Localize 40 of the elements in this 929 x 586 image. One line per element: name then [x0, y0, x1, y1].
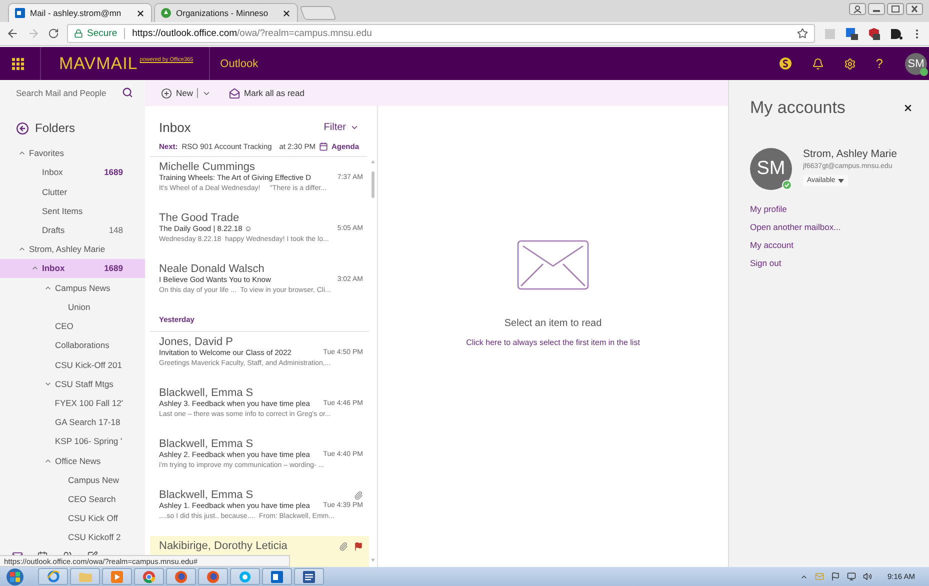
url-text: https://outlook.office.com/owa/?realm=campus.mnsu.edu	[132, 28, 372, 39]
folder-label: GA Search 17-18	[55, 417, 122, 428]
folder-label: CSU Kick-Off 201	[55, 360, 123, 370]
folder-label: Campus News	[55, 282, 112, 293]
panel-title: My accounts	[750, 98, 846, 118]
message-sender: Nakibirige, Dorothy Leticia	[159, 540, 288, 552]
folder-label: CSU Staff Mtgs	[55, 378, 114, 389]
folder-label: KSP 106- Spring '	[55, 436, 123, 446]
message-sender: Blackwell, Emma S	[159, 438, 254, 450]
folder-label: Union	[68, 302, 92, 312]
folder-label: FYEX 100 Fall 12'	[54, 398, 123, 408]
folder-label: CSU Kickoff 2	[68, 532, 122, 542]
folders-title: Folders	[35, 121, 76, 136]
unread-count: 1689	[104, 167, 123, 178]
message-sender: Jones, David P	[159, 336, 233, 348]
folder-label: Collaborations	[55, 340, 110, 350]
unread-count: 1689	[104, 263, 123, 274]
folder-label: Campus New	[68, 474, 120, 485]
folder-label: Inbox	[42, 167, 64, 178]
folder-label: Favorites	[29, 148, 65, 158]
message-sender: Neale Donald Walsch	[159, 263, 264, 275]
folder-label: Strom, Ashley Marie	[29, 244, 106, 254]
folder-label: Drafts	[42, 224, 66, 235]
folder-label: CEO Search	[68, 494, 117, 504]
message-sender: Michelle Cummings	[159, 161, 255, 173]
unread-count: 148	[108, 224, 123, 235]
folder-label: CSU Kick Off	[68, 513, 119, 524]
inbox-title: Inbox	[159, 120, 191, 135]
secure-label: Secure	[87, 28, 118, 39]
folder-label: Office News	[55, 456, 102, 466]
message-sender: Blackwell, Emma S	[159, 489, 254, 501]
message-sender: Blackwell, Emma S	[159, 387, 254, 399]
folder-label: Sent Items	[42, 206, 84, 216]
folder-label: Inbox	[42, 263, 66, 274]
message-sender: The Good Trade	[159, 212, 240, 224]
folder-label: Clutter	[42, 186, 68, 197]
account-name: Strom, Ashley Marie	[803, 148, 897, 160]
empty-state-message: Select an item to read	[504, 318, 602, 329]
folder-label: CEO	[55, 321, 74, 332]
avatar: SM	[750, 148, 792, 190]
